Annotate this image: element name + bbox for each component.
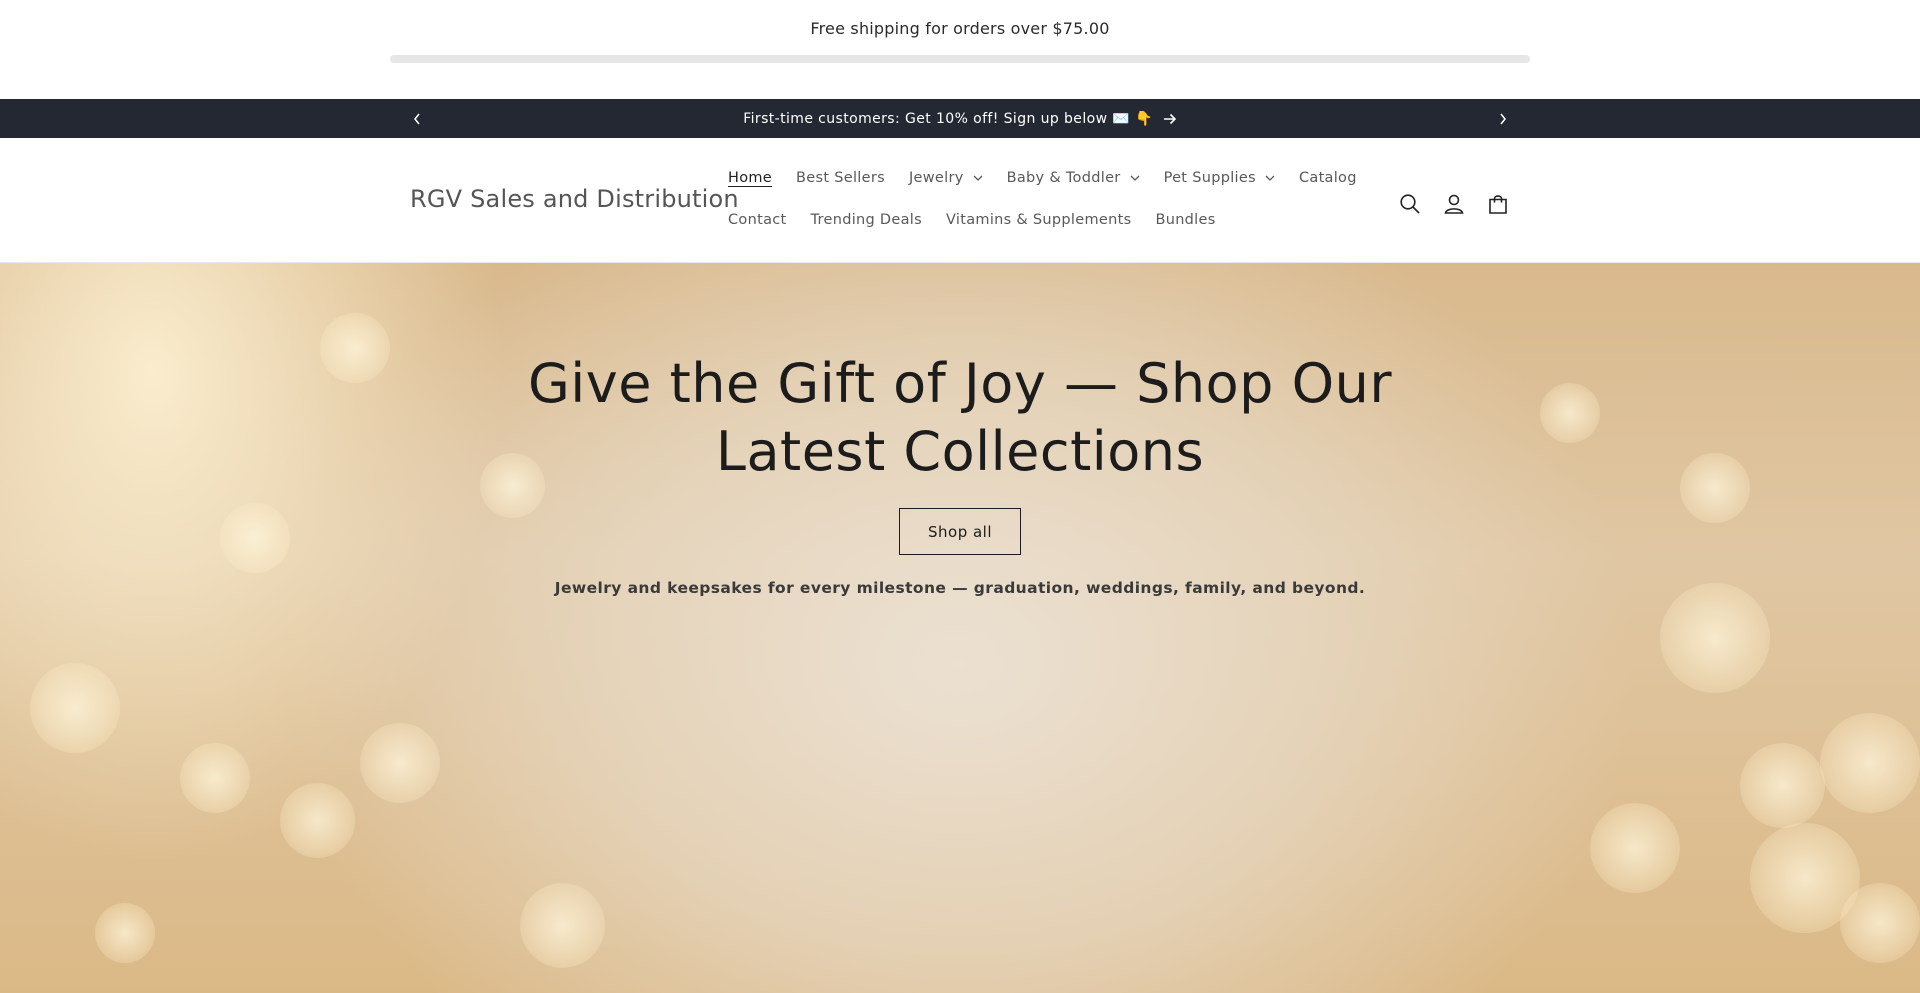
hero-subtitle: Jewelry and keepsakes for every mileston… xyxy=(554,579,1366,597)
cart-button[interactable] xyxy=(1476,182,1520,226)
nav-item-vitamins-supplements[interactable]: Vitamins & Supplements xyxy=(946,212,1131,228)
arrow-right-icon xyxy=(1163,113,1177,125)
main-nav-row-2: Contact Trending Deals Vitamins & Supple… xyxy=(728,212,1240,228)
chevron-down-icon xyxy=(1265,175,1275,181)
nav-item-contact[interactable]: Contact xyxy=(728,212,787,228)
nav-item-catalog[interactable]: Catalog xyxy=(1299,170,1357,186)
announcement-message[interactable]: First-time customers: Get 10% off! Sign … xyxy=(0,99,1920,138)
announcement-text: First-time customers: Get 10% off! Sign … xyxy=(743,110,1153,127)
search-button[interactable] xyxy=(1388,182,1432,226)
nav-item-trending-deals[interactable]: Trending Deals xyxy=(811,212,922,228)
nav-item-baby-toddler[interactable]: Baby & Toddler xyxy=(1007,170,1140,186)
search-icon xyxy=(1400,194,1420,214)
main-nav-row-1: Home Best Sellers Jewelry Baby & Toddler… xyxy=(728,170,1381,186)
announcement-bar: First-time customers: Get 10% off! Sign … xyxy=(0,99,1920,138)
free-shipping-bar: Free shipping for orders over $75.00 xyxy=(0,0,1920,99)
header-icons xyxy=(1388,182,1520,226)
nav-item-pet-supplies[interactable]: Pet Supplies xyxy=(1164,170,1275,186)
hero-banner: Give the Gift of Joy — Shop Our Latest C… xyxy=(0,263,1920,993)
nav-item-jewelry[interactable]: Jewelry xyxy=(909,170,983,186)
site-header: RGV Sales and Distribution Home Best Sel… xyxy=(0,138,1920,263)
nav-item-bundles[interactable]: Bundles xyxy=(1155,212,1215,228)
chevron-right-icon xyxy=(1500,113,1506,124)
hero-title: Give the Gift of Joy — Shop Our Latest C… xyxy=(527,352,1393,483)
announcement-next-button[interactable] xyxy=(1488,99,1518,138)
free-shipping-text: Free shipping for orders over $75.00 xyxy=(810,19,1110,38)
cart-icon xyxy=(1489,195,1507,214)
shop-all-button[interactable]: Shop all xyxy=(899,508,1021,555)
account-icon xyxy=(1444,194,1464,214)
chevron-down-icon xyxy=(1130,175,1140,181)
free-shipping-progress xyxy=(390,55,1530,63)
chevron-down-icon xyxy=(973,175,983,181)
nav-item-best-sellers[interactable]: Best Sellers xyxy=(796,170,885,186)
nav-item-home[interactable]: Home xyxy=(728,170,772,186)
account-button[interactable] xyxy=(1432,182,1476,226)
site-logo[interactable]: RGV Sales and Distribution xyxy=(410,185,739,213)
